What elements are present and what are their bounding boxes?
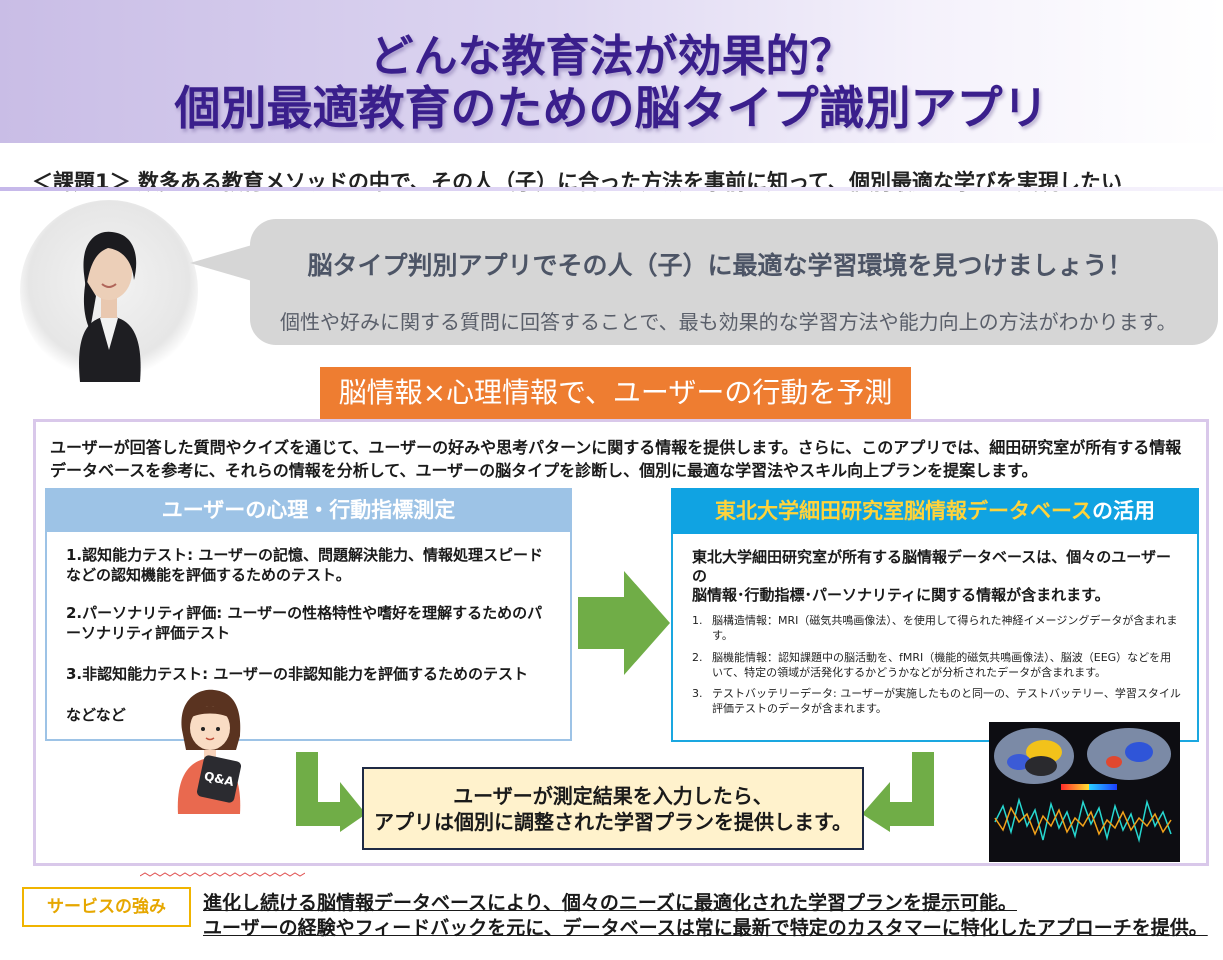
- database-name-highlight: 東北大学細田研究室脳情報データベース: [715, 499, 1092, 523]
- page-title-line2: 個別最適教育のための脳タイプ識別アプリ: [174, 81, 1049, 135]
- speech-bubble-tail: [190, 245, 252, 281]
- app-description: ユーザーが回答した質問やクイズを通じて、ユーザーの好みや思考パターンに関する情報…: [50, 438, 1182, 480]
- bent-arrow-right-icon: [862, 752, 934, 832]
- result-line1: ユーザーが測定結果を入力したら、: [453, 784, 773, 808]
- measurement-item-etc: などなど: [66, 706, 126, 724]
- bubble-body: 個性や好みに関する質問に回答することで、最も効果的な学習方法や能力向上の方法がわ…: [280, 310, 1177, 334]
- measurement-item-noncognitive: 3.非認知能力テスト: ユーザーの非認知能力を評価するためのテスト: [66, 665, 529, 683]
- list-number: 3.: [692, 687, 703, 700]
- brain-scan-icon: [994, 728, 1172, 843]
- prediction-banner: 脳情報×心理情報で、ユーザーの行動を予測: [320, 367, 911, 419]
- brain-imaging-picture: [989, 722, 1180, 862]
- result-text: ユーザーが測定結果を入力したら、 アプリは個別に調整された学習プランを提供します…: [362, 783, 864, 835]
- list-number: 2.: [692, 651, 703, 664]
- list-text: テストバッテリーデータ: ユーザーが実施したものと同一の、テストバッテリー、学習…: [712, 687, 1181, 715]
- bent-arrow-left-icon: [296, 752, 366, 832]
- list-text: 脳機能情報：認知課題中の脳活動を、fMRI（機能的磁気共鳴画像法）、脳波（EEG…: [712, 651, 1172, 679]
- squiggle-underline: [140, 872, 305, 877]
- database-list-item: 1. 脳構造情報：MRI（磁気共鳴画像法）、を使用して得られた神経イメージングデー…: [692, 613, 1182, 643]
- measurement-box-header: ユーザーの心理・行動指標測定: [45, 488, 572, 532]
- database-list-item: 3. テストバッテリーデータ: ユーザーが実施したものと同一の、テストバッテリー、…: [692, 686, 1182, 716]
- list-number: 1.: [692, 614, 703, 627]
- student-illustration: Q&A: [170, 688, 250, 814]
- result-line2: アプリは個別に調整された学習プランを提供します。: [374, 810, 852, 834]
- measurement-item-cognitive: 1.認知能力テスト: ユーザーの記憶、問題解決能力、情報処理スピードなどの認知機…: [66, 546, 544, 584]
- issue-statement: ＜課題1＞ 数多ある教育メソッドの中で、その人（子）に合った方法を事前に知って、…: [32, 170, 1122, 194]
- list-text: 脳構造情報：MRI（磁気共鳴画像法）、を使用して得られた神経イメージングデータが…: [712, 614, 1178, 642]
- database-description-line1: 東北大学細田研究室が所有する脳情報データベースは、個々のユーザーの: [692, 548, 1171, 585]
- database-description-line2: 脳情報･行動指標･パーソナリティに関する情報が含まれます。: [692, 586, 1110, 604]
- issue-underline: [0, 187, 1223, 191]
- presenter-photo: [20, 200, 198, 382]
- strengths-label: サービスの強み: [22, 887, 191, 927]
- flow-arrow-right-icon: [578, 571, 670, 675]
- strength-line2: ユーザーの経験やフィードバックを元に、データベースは常に最新で特定のカスタマーに…: [203, 917, 1208, 939]
- bubble-headline: 脳タイプ判別アプリでその人（子）に最適な学習環境を見つけましょう！: [307, 251, 1133, 280]
- database-list-item: 2. 脳機能情報：認知課題中の脳活動を、fMRI（機能的磁気共鳴画像法）、脳波（E…: [692, 650, 1182, 680]
- presenter-figure-icon: [79, 231, 141, 382]
- database-header-suffix: の活用: [1091, 499, 1155, 523]
- database-description: 東北大学細田研究室が所有する脳情報データベースは、個々のユーザーの 脳情報･行動…: [692, 548, 1182, 605]
- measurement-item-personality: 2.パーソナリティ評価: ユーザーの性格特性や嗜好を理解するためのパーソナリティ…: [66, 604, 543, 642]
- database-box-header: 東北大学細田研究室脳情報データベースの活用: [671, 488, 1199, 534]
- strength-line1: 進化し続ける脳情報データベースにより、個々のニーズに最適化された学習プランを提示…: [203, 892, 1017, 914]
